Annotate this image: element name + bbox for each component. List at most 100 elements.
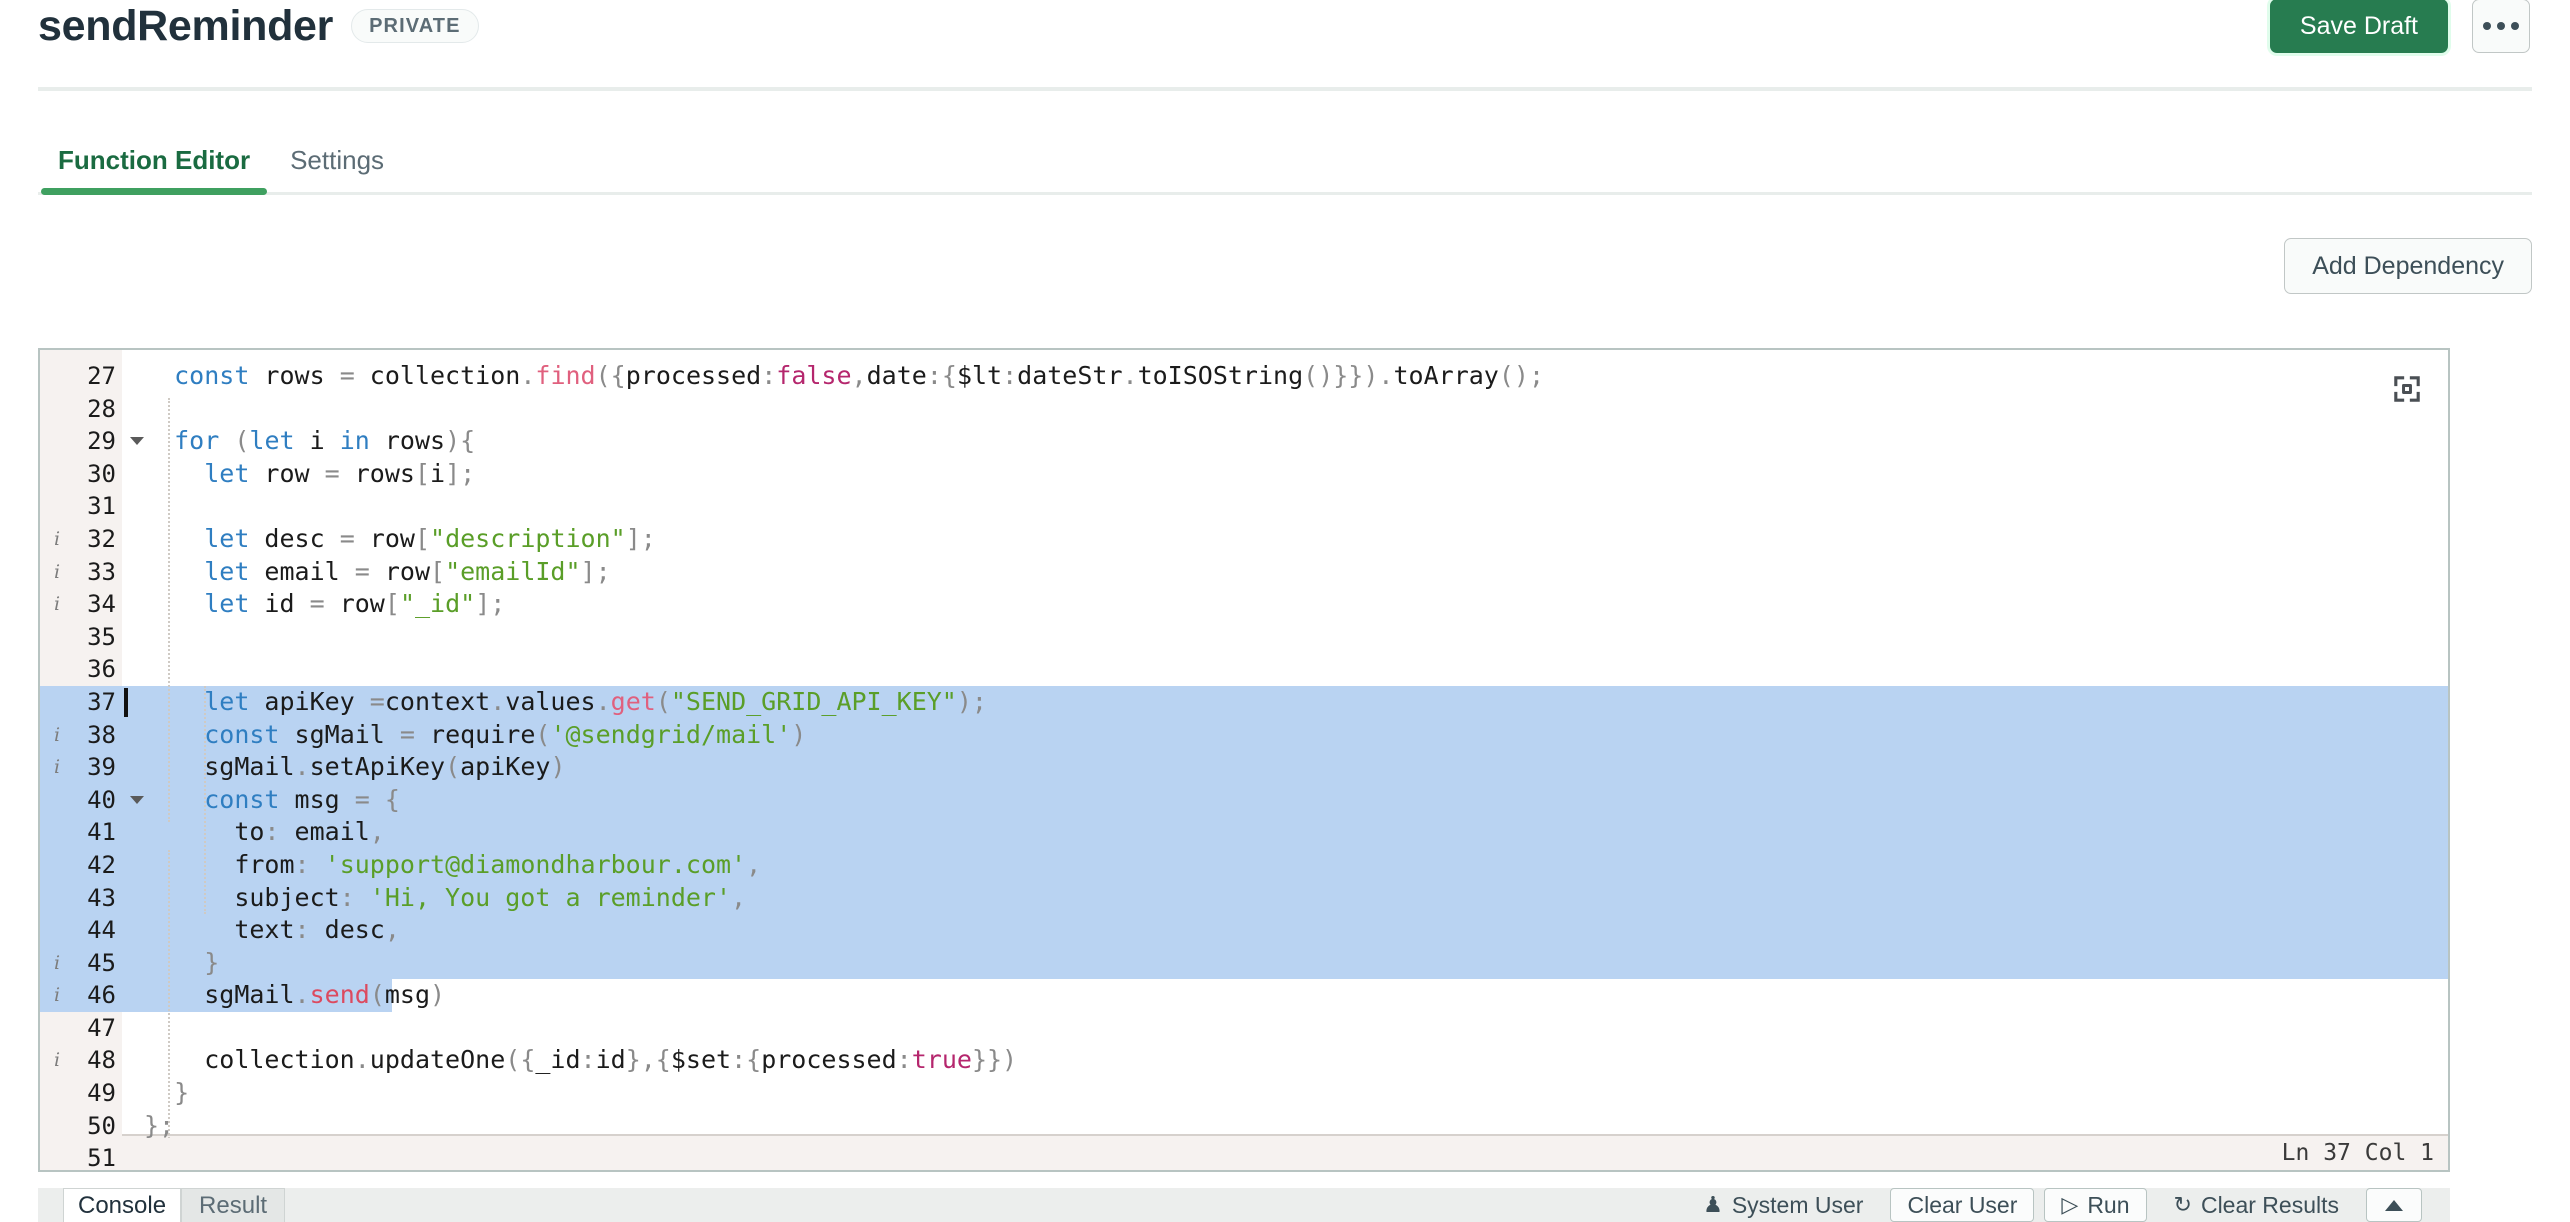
ellipsis-icon [2483, 22, 2519, 30]
title-group: sendReminder PRIVATE [38, 4, 479, 48]
code-line-text: sgMail.setApiKey(apiKey) [204, 752, 566, 782]
gutter-line: 30 [40, 458, 122, 491]
console-actions: ♟ System User Clear User ▷ Run ↻ Clear R… [1686, 1188, 2422, 1222]
info-marker-icon: i [54, 560, 61, 583]
line-number: 34 [87, 590, 116, 619]
page-header: sendReminder PRIVATE Save Draft [0, 0, 2570, 58]
user-icon: ♟ [1703, 1192, 1723, 1217]
gutter-line: i 48 [40, 1044, 122, 1077]
expand-corners-icon[interactable] [2390, 372, 2424, 406]
refresh-icon: ↻ [2173, 1192, 2192, 1217]
line-number: 39 [87, 753, 116, 782]
code-line[interactable]: for (let i in rows){ [122, 425, 2448, 458]
gutter-line: i 38 [40, 718, 122, 752]
code-line[interactable]: from: 'support@diamondharbour.com', [122, 848, 2448, 882]
function-editor-page: sendReminder PRIVATE Save Draft Function… [0, 0, 2570, 1222]
code-line[interactable]: const msg = { [122, 783, 2448, 817]
code-line[interactable] [122, 653, 2448, 686]
editor-code-area[interactable]: const rows = collection.find({processed:… [122, 350, 2448, 1138]
code-editor[interactable]: 27 28 29 30 31 i 32 i 33 i 34 35 36 37 i 38 i 39 40 41 42 43 4… [38, 348, 2450, 1172]
line-number: 44 [87, 916, 116, 945]
header-actions: Save Draft [2269, 0, 2530, 53]
gutter-line: 41 [40, 816, 122, 849]
line-number: 43 [87, 883, 116, 912]
run-label: Run [2087, 1191, 2130, 1218]
line-number: 31 [87, 492, 116, 521]
dependency-toolbar: Add Dependency [38, 238, 2532, 294]
info-marker-icon: i [54, 1049, 61, 1072]
code-line[interactable]: sgMail.setApiKey(apiKey) [122, 751, 2448, 784]
clear-results-label: Clear Results [2200, 1191, 2339, 1218]
info-marker-icon: i [54, 756, 61, 779]
gutter-line: i 33 [40, 556, 122, 589]
code-line[interactable]: collection.updateOne({_id:id},{$set:{pro… [122, 1044, 2448, 1077]
code-line[interactable]: let desc = row["description"]; [122, 523, 2448, 556]
line-number: 49 [87, 1079, 116, 1108]
system-user-label: System User [1731, 1191, 1864, 1218]
gutter-line: 36 [40, 653, 122, 686]
gutter-line: 40 [40, 783, 144, 817]
line-number: 36 [87, 655, 116, 684]
code-line[interactable]: subject: 'Hi, You got a reminder', [122, 881, 2448, 915]
code-line-text: subject: 'Hi, You got a reminder', [234, 882, 747, 912]
code-line-text: let row = rows[i]; [204, 458, 476, 488]
gutter-line: 51 [40, 1142, 122, 1170]
gutter-line: 29 [40, 425, 144, 458]
console-panel: Console Result ♟ System User Clear User … [38, 1188, 2450, 1222]
tab-console[interactable]: Console [63, 1188, 182, 1222]
code-line-text: to: email, [234, 817, 385, 847]
page-title: sendReminder [38, 1, 334, 50]
code-line-text: text: desc, [234, 915, 400, 945]
code-line-text: } [204, 947, 220, 977]
line-number: 29 [87, 427, 116, 456]
tab-result[interactable]: Result [181, 1188, 286, 1222]
code-line[interactable]: let id = row["_id"]; [122, 588, 2448, 621]
code-line[interactable]: } [122, 946, 2448, 980]
code-line-text: const sgMail = require('@sendgrid/mail') [204, 719, 807, 749]
code-line-text: let desc = row["description"]; [204, 523, 656, 553]
add-dependency-button[interactable]: Add Dependency [2284, 238, 2532, 294]
code-line[interactable] [122, 1012, 2448, 1045]
gutter-line: 28 [40, 393, 122, 426]
code-line-text: const msg = { [204, 784, 400, 814]
code-line-text: from: 'support@diamondharbour.com', [234, 849, 762, 879]
code-line[interactable]: const rows = collection.find({processed:… [122, 360, 2448, 393]
tab-settings[interactable]: Settings [270, 145, 404, 192]
tab-function-editor[interactable]: Function Editor [38, 145, 270, 195]
editor-gutter[interactable]: 27 28 29 30 31 i 32 i 33 i 34 35 36 37 i 38 i 39 40 41 42 43 4… [40, 350, 144, 1170]
code-line[interactable]: sgMail.send(msg) [122, 979, 2448, 1012]
code-line-text: }; [144, 1110, 175, 1138]
run-button[interactable]: ▷ Run [2044, 1188, 2147, 1222]
code-line-text: const rows = collection.find({processed:… [174, 361, 1545, 390]
info-marker-icon: i [54, 984, 61, 1007]
gutter-line: 31 [40, 490, 122, 523]
code-line[interactable]: } [122, 1077, 2448, 1110]
code-line[interactable] [122, 621, 2448, 654]
code-line[interactable]: const sgMail = require('@sendgrid/mail') [122, 718, 2448, 752]
editor-body[interactable]: 27 28 29 30 31 i 32 i 33 i 34 35 36 37 i 38 i 39 40 41 42 43 4… [40, 350, 2448, 1170]
gutter-line: i 46 [40, 979, 122, 1012]
gutter-line: 50 [40, 1110, 122, 1143]
code-line[interactable]: text: desc, [122, 914, 2448, 947]
code-line-text: sgMail.send(msg) [204, 980, 446, 1010]
gutter-line: i 39 [40, 751, 122, 784]
code-line[interactable]: let apiKey =context.values.get("SEND_GRI… [122, 685, 2448, 719]
status-badge: PRIVATE [351, 9, 479, 43]
code-line[interactable]: let row = rows[i]; [122, 458, 2448, 491]
clear-results-button[interactable]: ↻ Clear Results [2157, 1188, 2356, 1222]
line-number: 30 [87, 459, 116, 488]
line-number: 47 [87, 1013, 116, 1042]
line-number: 40 [87, 785, 116, 814]
clear-user-button[interactable]: Clear User [1890, 1188, 2035, 1222]
system-user-button[interactable]: ♟ System User [1686, 1188, 1880, 1222]
save-draft-button[interactable]: Save Draft [2269, 0, 2448, 53]
code-line[interactable] [122, 490, 2448, 523]
line-number: 38 [87, 720, 116, 749]
collapse-panel-button[interactable] [2366, 1188, 2422, 1222]
code-line[interactable]: to: email, [122, 816, 2448, 849]
line-number: 50 [87, 1111, 116, 1140]
code-line[interactable] [122, 393, 2448, 426]
code-line[interactable]: let email = row["emailId"]; [122, 556, 2448, 589]
gutter-line: 37 [40, 685, 122, 719]
more-options-button[interactable] [2472, 0, 2530, 53]
